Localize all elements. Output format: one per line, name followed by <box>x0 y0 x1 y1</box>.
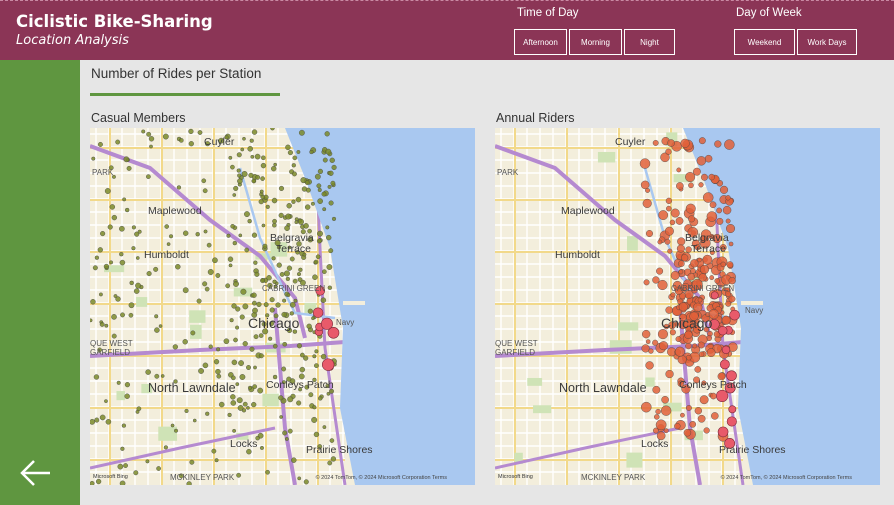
casual-members-label: Casual Members <box>91 111 186 125</box>
map-label-mckinley-park: MCKINLEY PARK <box>581 473 646 482</box>
map-label-cuyler: Cuyler <box>615 136 646 148</box>
day-of-week-slicer-title: Day of Week <box>736 7 802 19</box>
header-bar: Ciclistic Bike-Sharing Location Analysis… <box>0 0 894 60</box>
map-label-cabrini: CABRINI GREEN <box>671 284 735 293</box>
map-base <box>90 128 475 485</box>
sidebar <box>0 60 80 505</box>
app-title: Ciclistic Bike-Sharing <box>16 12 213 31</box>
section-title: Number of Rides per Station <box>91 66 262 81</box>
map-label-mckinley-park: MCKINLEY PARK <box>170 473 235 482</box>
map-label-terrace: Terrace <box>691 243 727 255</box>
map-label-maplewood: Maplewood <box>148 205 202 217</box>
map-label-prairie-shores: Prairie Shores <box>719 444 786 456</box>
map-label-chicago: Chicago <box>248 315 300 331</box>
map-label-navy: Navy <box>745 306 764 315</box>
map-label-park: PARK <box>92 168 114 177</box>
map-label-locks: Locks <box>230 438 258 450</box>
time-of-day-slicer-title: Time of Day <box>517 7 579 19</box>
map-attribution: © 2024 TomTom, © 2024 Microsoft Corporat… <box>315 475 447 481</box>
map-label-garfield: GARFIELD <box>90 348 131 357</box>
bing-logo: Microsoft Bing <box>93 474 128 480</box>
time-of-day-morning-button[interactable]: Morning <box>569 29 622 55</box>
map-label-cuyler: Cuyler <box>204 136 235 148</box>
annual-riders-label: Annual Riders <box>496 111 575 125</box>
map-label-park: PARK <box>497 168 519 177</box>
map-label-humboldt: Humboldt <box>555 249 600 261</box>
day-of-week-weekend-button[interactable]: Weekend <box>734 29 795 55</box>
map-label-prairie-shores: Prairie Shores <box>306 444 373 456</box>
map-label-garfield: GARFIELD <box>495 348 536 357</box>
map-label-humboldt: Humboldt <box>144 249 189 261</box>
day-of-week-workdays-button[interactable]: Work Days <box>797 29 857 55</box>
arrow-left-icon[interactable] <box>18 455 54 491</box>
time-of-day-night-button[interactable]: Night <box>624 29 675 55</box>
casual-members-map[interactable]: Cuyler PARK Maplewood Belgravia Terrace … <box>90 128 475 485</box>
time-of-day-afternoon-button[interactable]: Afternoon <box>514 29 567 55</box>
map-label-terrace: Terrace <box>276 243 312 255</box>
bing-logo: Microsoft Bing <box>498 474 533 480</box>
map-label-north-lawndale: North Lawndale <box>559 381 647 395</box>
map-base <box>495 128 880 485</box>
map-label-que-west: QUE WEST <box>90 339 133 348</box>
map-label-conleys-patch: Conleys Patch <box>266 379 334 391</box>
map-attribution: © 2024 TomTom, © 2024 Microsoft Corporat… <box>720 475 852 481</box>
map-label-locks: Locks <box>641 438 669 450</box>
map-label-maplewood: Maplewood <box>561 205 615 217</box>
map-label-chicago: Chicago <box>661 315 713 331</box>
map-label-north-lawndale: North Lawndale <box>148 381 236 395</box>
map-label-que-west: QUE WEST <box>495 339 538 348</box>
annual-riders-map[interactable]: Cuyler PARK Maplewood Belgravia Terrace … <box>495 128 880 485</box>
app-subtitle: Location Analysis <box>16 33 129 48</box>
section-underline <box>90 93 280 96</box>
map-label-conleys-patch: Conleys Patch <box>679 379 747 391</box>
map-label-cabrini: CABRINI GREEN <box>262 284 326 293</box>
map-label-navy: Navy <box>336 318 355 327</box>
